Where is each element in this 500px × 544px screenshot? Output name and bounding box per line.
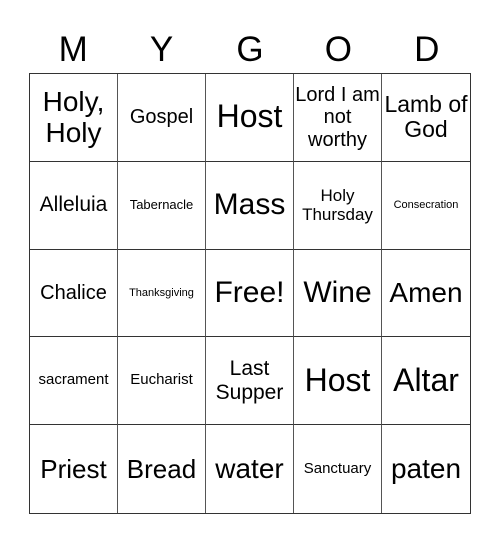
free-space-cell[interactable]: Free! xyxy=(206,249,294,338)
bingo-cell[interactable]: Alleluia xyxy=(30,161,118,250)
bingo-cell[interactable]: Thanksgiving xyxy=(118,249,206,338)
bingo-cell[interactable]: Amen xyxy=(382,250,470,338)
header-letter-y: Y xyxy=(149,30,174,69)
bingo-cell[interactable]: paten xyxy=(382,425,470,513)
bingo-cell[interactable]: Sanctuary xyxy=(294,425,382,513)
bingo-cell[interactable]: Mass xyxy=(206,161,294,250)
bingo-cell[interactable]: Consecration xyxy=(382,162,470,250)
bingo-header: M Y G O D xyxy=(29,28,471,72)
bingo-cell[interactable]: Lamb of God xyxy=(382,74,470,162)
bingo-cell[interactable]: Priest xyxy=(30,425,118,513)
bingo-cell[interactable]: water xyxy=(206,425,294,513)
bingo-cell[interactable]: Host xyxy=(294,337,382,426)
bingo-cell[interactable]: Last Supper xyxy=(206,337,294,426)
bingo-cell[interactable]: sacrament xyxy=(30,337,118,426)
header-letter-d: D xyxy=(414,30,440,69)
bingo-cell[interactable]: Altar xyxy=(382,337,470,426)
header-letter-g: G xyxy=(236,30,264,69)
bingo-cell[interactable]: Tabernacle xyxy=(118,161,206,250)
bingo-cell[interactable]: Gospel xyxy=(118,74,206,162)
header-letter-o: O xyxy=(324,30,352,69)
bingo-cell[interactable]: Bread xyxy=(118,425,206,513)
bingo-board: Holy, Holy Gospel Host Lord I am not wor… xyxy=(29,73,471,514)
bingo-cell[interactable]: Lord I am not worthy xyxy=(294,74,382,162)
bingo-cell[interactable]: Wine xyxy=(294,249,382,338)
bingo-cell[interactable]: Host xyxy=(206,74,294,162)
header-letter-m: M xyxy=(58,30,88,69)
bingo-cell[interactable]: Chalice xyxy=(30,249,118,338)
bingo-cell[interactable]: Holy, Holy xyxy=(30,74,118,162)
bingo-cell[interactable]: Holy Thursday xyxy=(294,161,382,250)
bingo-cell[interactable]: Eucharist xyxy=(118,337,206,426)
